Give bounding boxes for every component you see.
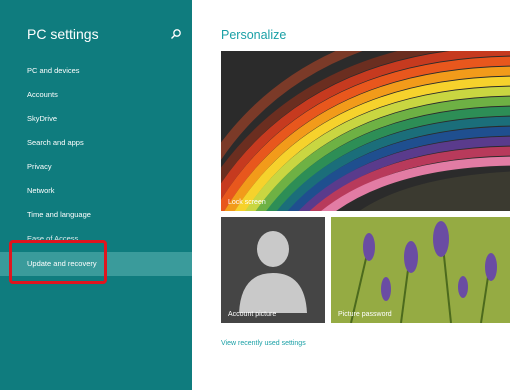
sidebar-item-label: PC and devices [27,66,80,75]
lock-screen-caption: Lock screen [228,199,266,206]
sidebar-item-label: Network [27,186,55,195]
lock-screen-tile[interactable]: Lock screen [221,51,510,211]
sidebar-item-network[interactable]: Network [0,179,192,203]
sidebar-item-pc-and-devices[interactable]: PC and devices [0,59,192,83]
sidebar-item-skydrive[interactable]: SkyDrive [0,107,192,131]
sidebar-item-search-and-apps[interactable]: Search and apps [0,131,192,155]
sidebar-item-accounts[interactable]: Accounts [0,83,192,107]
lavender-image [331,217,510,323]
picture-password-caption: Picture password [338,311,392,318]
sidebar-item-label: Accounts [27,90,58,99]
lock-screen-image [221,51,510,211]
user-silhouette-icon [221,217,325,323]
picture-password-tile[interactable]: Picture password [331,217,510,323]
recent-settings-link[interactable]: View recently used settings [221,340,306,347]
sidebar-title: PC settings [27,26,99,42]
sidebar-item-label: Time and language [27,210,91,219]
sidebar-item-label: Privacy [27,162,52,171]
highlight-annotation [9,240,107,284]
sidebar-item-time-and-language[interactable]: Time and language [0,203,192,227]
sidebar-item-privacy[interactable]: Privacy [0,155,192,179]
sidebar-item-label: SkyDrive [27,114,58,123]
sidebar-item-label: Search and apps [27,138,84,147]
sidebar: PC settings PC and devices Accounts SkyD… [0,0,192,390]
account-picture-tile[interactable]: Account picture [221,217,325,323]
search-icon[interactable] [170,28,182,40]
page-title: Personalize [221,28,287,42]
account-picture-caption: Account picture [228,311,277,318]
